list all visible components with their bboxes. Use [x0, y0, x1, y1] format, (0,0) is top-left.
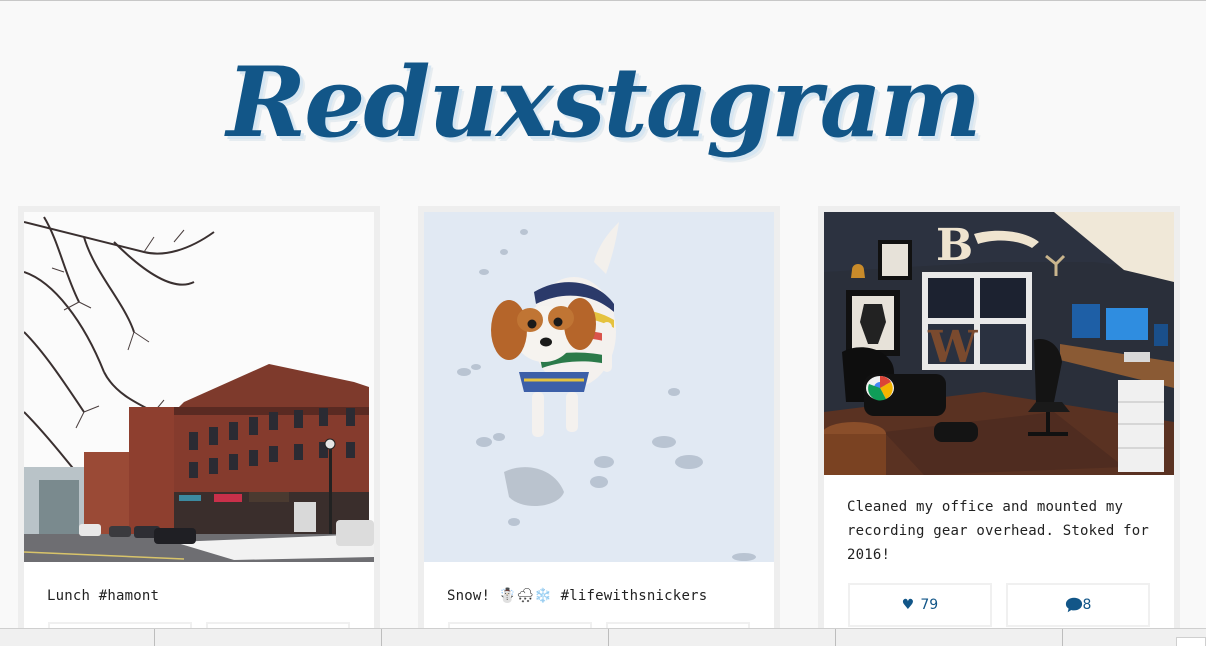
post-photo[interactable] — [24, 212, 374, 562]
comment-count: 8 — [1082, 597, 1092, 613]
heart-icon: ♥ — [901, 597, 915, 613]
taskbar-item[interactable] — [836, 629, 1063, 646]
photo-card: Lunch #hamont ♥ — [18, 206, 380, 636]
taskbar-item[interactable] — [0, 629, 155, 646]
photo-card-inner: B W Cleaned my office and mounted my rec… — [824, 212, 1174, 632]
post-caption: Cleaned my office and mounted my recordi… — [847, 499, 1150, 563]
photo-card: Snow! ☃️🌨❄️ #lifewithsnickers ♥ — [418, 206, 780, 636]
photo-card-inner: Lunch #hamont ♥ — [24, 212, 374, 632]
photo-card: B W Cleaned my office and mounted my rec… — [818, 206, 1180, 636]
like-button[interactable]: ♥ 79 — [848, 583, 992, 627]
post-photo[interactable]: B W — [824, 212, 1174, 475]
post-actions: ♥ 79 8 — [824, 583, 1174, 627]
taskbar — [0, 628, 1206, 646]
taskbar-item[interactable] — [155, 629, 382, 646]
window-top-border — [0, 0, 1206, 1]
post-photo[interactable] — [424, 212, 774, 562]
photo-card-inner: Snow! ☃️🌨❄️ #lifewithsnickers ♥ — [424, 212, 774, 632]
speech-bubble-icon — [1065, 597, 1082, 613]
post-caption: Snow! ☃️🌨❄️ #lifewithsnickers — [447, 588, 708, 604]
svg-text:B: B — [936, 220, 973, 271]
like-count: 79 — [920, 597, 939, 613]
svg-text:W: W — [927, 322, 978, 373]
app-logo[interactable]: Reduxstagram — [0, 28, 1206, 178]
comments-button[interactable]: 8 — [1006, 583, 1150, 627]
taskbar-corner[interactable] — [1176, 637, 1206, 646]
taskbar-item[interactable] — [609, 629, 836, 646]
post-caption: Lunch #hamont — [47, 588, 160, 604]
taskbar-item[interactable] — [382, 629, 609, 646]
